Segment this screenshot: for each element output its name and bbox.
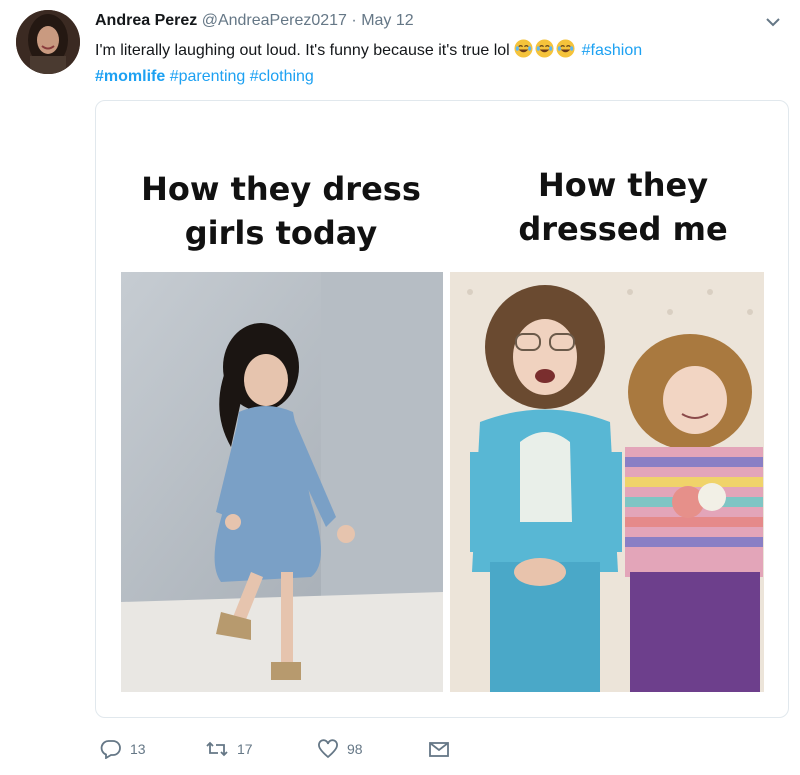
- photo-girl-today[interactable]: [121, 272, 443, 692]
- avatar[interactable]: [16, 10, 80, 74]
- reply-button[interactable]: 13: [100, 739, 146, 759]
- message-button[interactable]: [428, 739, 450, 759]
- display-name[interactable]: Andrea Perez: [95, 12, 197, 29]
- like-icon: [317, 739, 339, 759]
- laughing-emoji-icon: [535, 39, 554, 58]
- reply-count: 13: [130, 741, 146, 757]
- right-caption: How they dressed me: [518, 166, 728, 248]
- laughing-emoji-icon: [556, 39, 575, 58]
- retweet-icon: [205, 739, 229, 759]
- media-card[interactable]: How they dress girls today How they dres…: [95, 100, 789, 718]
- tweet-header: Andrea Perez @AndreaPerez0217 · May 12: [95, 12, 414, 30]
- tweet-date[interactable]: May 12: [361, 12, 413, 29]
- tweet-body: I'm literally laughing out loud. It's fu…: [95, 42, 510, 59]
- hashtag-parenting[interactable]: #parenting: [170, 68, 246, 85]
- reply-icon: [100, 739, 122, 759]
- left-caption: How they dress girls today: [141, 170, 421, 252]
- tweet-text: I'm literally laughing out loud. It's fu…: [95, 38, 775, 90]
- message-icon: [428, 739, 450, 759]
- retweet-button[interactable]: 17: [205, 739, 253, 759]
- photo-retro-kids[interactable]: [450, 272, 764, 692]
- like-button[interactable]: 98: [317, 739, 363, 759]
- hashtag-fashion[interactable]: #fashion: [582, 42, 643, 59]
- chevron-down-icon[interactable]: [763, 14, 783, 30]
- retweet-count: 17: [237, 741, 253, 757]
- hashtag-momlife[interactable]: #momlife: [95, 68, 165, 85]
- hashtag-clothing[interactable]: #clothing: [250, 68, 314, 85]
- handle[interactable]: @AndreaPerez0217: [202, 12, 347, 29]
- laughing-emoji-icon: [514, 39, 533, 58]
- like-count: 98: [347, 741, 363, 757]
- separator: ·: [351, 12, 357, 29]
